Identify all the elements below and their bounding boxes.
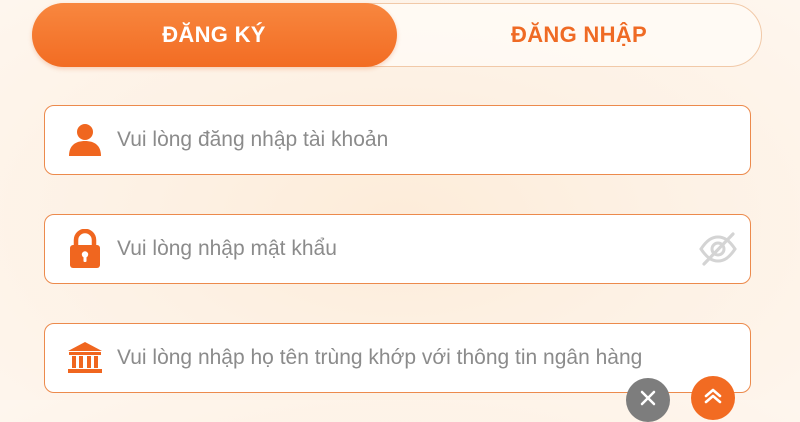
- username-field: [44, 105, 751, 175]
- tab-register[interactable]: ĐĂNG KÝ: [31, 2, 397, 67]
- password-input[interactable]: [117, 229, 696, 269]
- chevron-up-double-icon: [702, 385, 724, 412]
- tab-login-label: ĐĂNG NHẬP: [511, 21, 647, 47]
- tab-register-label: ĐĂNG KÝ: [162, 21, 266, 47]
- fullname-input[interactable]: [117, 338, 750, 378]
- eye-slash-icon[interactable]: [696, 227, 740, 271]
- bank-icon: [63, 336, 107, 380]
- auth-tabs: ĐĂNG KÝ ĐĂNG NHẬP: [31, 2, 762, 67]
- lock-icon: [63, 227, 107, 271]
- user-icon: [63, 118, 107, 162]
- close-icon: [639, 389, 657, 412]
- username-input[interactable]: [117, 120, 750, 160]
- close-button[interactable]: [626, 378, 670, 422]
- password-field: [44, 214, 751, 284]
- tab-login[interactable]: ĐĂNG NHẬP: [396, 3, 762, 67]
- scroll-top-button[interactable]: [691, 376, 735, 420]
